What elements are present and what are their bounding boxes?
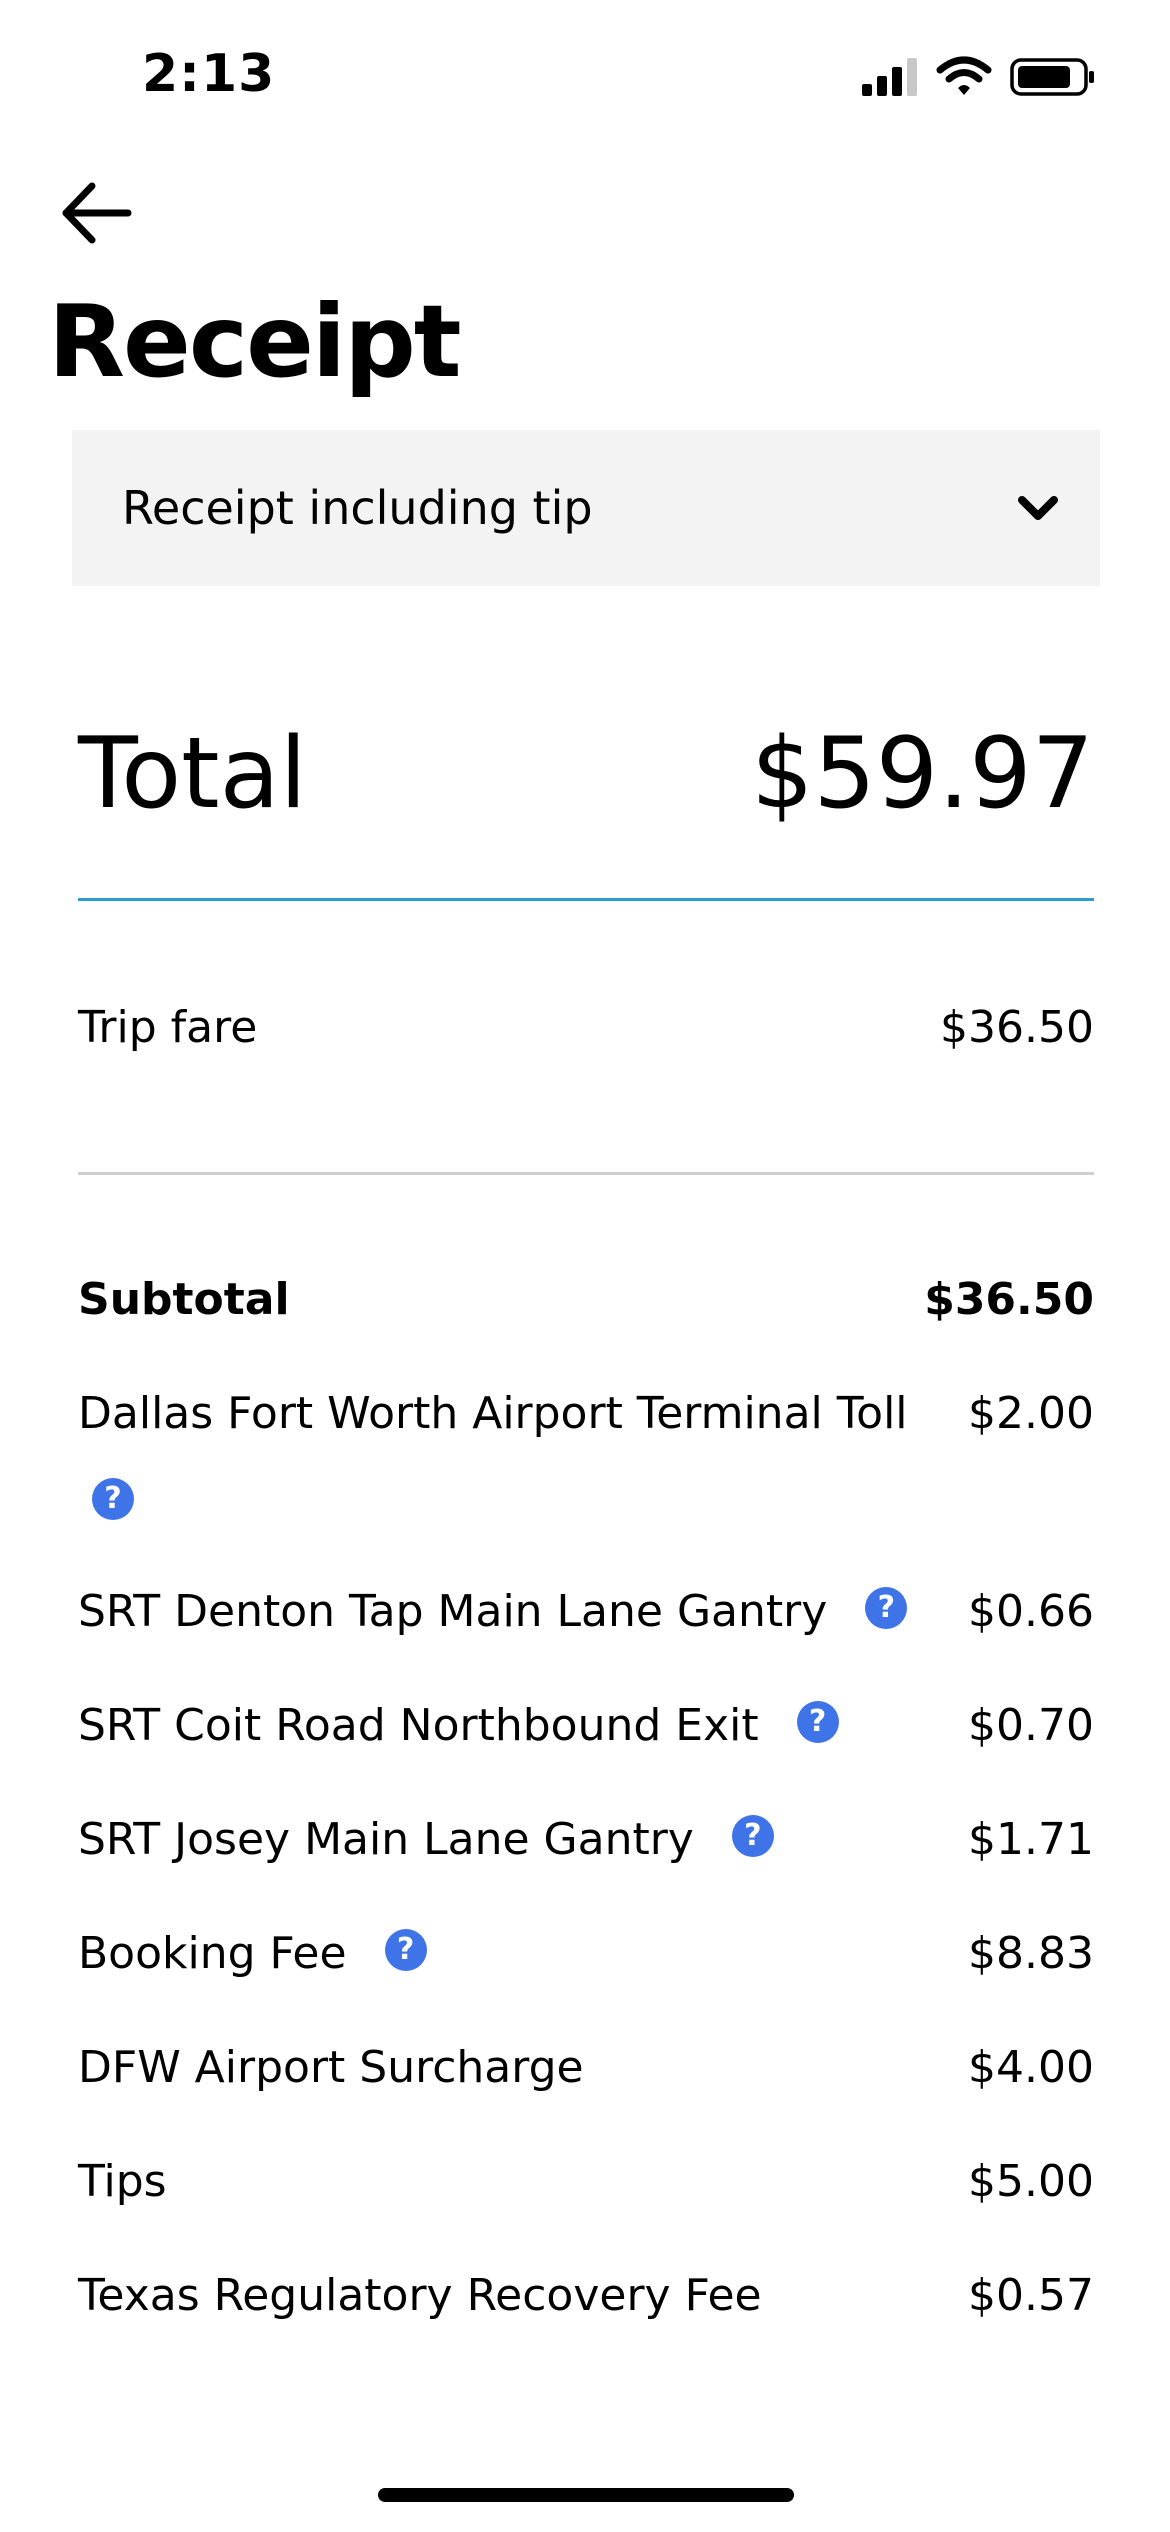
fee-value: $5.00 <box>968 2156 1094 2207</box>
help-icon[interactable]: ? <box>92 1478 134 1520</box>
status-bar: 2:13 <box>0 0 1170 150</box>
subtotal-value: $36.50 <box>924 1274 1094 1325</box>
fee-label-text: SRT Coit Road Northbound Exit <box>78 1700 759 1751</box>
fee-row: Booking Fee ? $8.83 <box>78 1926 1094 1982</box>
help-icon[interactable]: ? <box>731 1815 774 1857</box>
status-time: 2:13 <box>142 44 276 104</box>
fee-label: SRT Josey Main Lane Gantry ? <box>78 1812 774 1868</box>
signal-icon <box>862 58 917 96</box>
trip-fare-row: Trip fare $36.50 <box>78 1000 1094 1056</box>
receipt-type-selected: Receipt including tip <box>122 481 593 535</box>
home-indicator[interactable] <box>378 2488 794 2502</box>
subtotal-label: Subtotal <box>78 1274 290 1325</box>
help-icon[interactable]: ? <box>865 1587 908 1629</box>
receipt-type-select[interactable]: Receipt including tip <box>72 430 1100 586</box>
subtotal-row: Subtotal $36.50 <box>78 1272 1094 1328</box>
fee-label: SRT Coit Road Northbound Exit ? <box>78 1698 839 1754</box>
fee-value: $1.71 <box>968 1814 1094 1865</box>
fee-label: Texas Regulatory Recovery Fee <box>78 2270 762 2321</box>
back-button[interactable] <box>58 178 134 248</box>
fee-label: DFW Airport Surcharge <box>78 2042 584 2093</box>
fee-label-text: SRT Josey Main Lane Gantry <box>78 1814 694 1865</box>
trip-fare-label: Trip fare <box>78 1002 258 1053</box>
page-title: Receipt <box>48 283 462 400</box>
fee-row: Dallas Fort Worth Airport Terminal Toll … <box>78 1386 1094 1526</box>
total-label: Total <box>78 717 307 831</box>
fee-row: Texas Regulatory Recovery Fee $0.57 <box>78 2268 1094 2324</box>
fee-label: Tips <box>78 2156 167 2207</box>
arrow-left-icon <box>62 182 132 244</box>
help-icon[interactable]: ? <box>384 1929 427 1971</box>
fee-label-text: SRT Denton Tap Main Lane Gantry <box>78 1586 828 1637</box>
section-divider <box>78 1172 1094 1175</box>
trip-fare-value: $36.50 <box>940 1002 1094 1053</box>
fee-label: SRT Denton Tap Main Lane Gantry ? <box>78 1584 908 1640</box>
fee-label-text: Booking Fee <box>78 1928 347 1979</box>
battery-icon <box>1010 58 1094 96</box>
fee-value: $0.66 <box>968 1586 1094 1637</box>
fee-row: Tips $5.00 <box>78 2154 1094 2210</box>
help-icon[interactable]: ? <box>796 1701 839 1743</box>
total-value: $59.97 <box>751 717 1094 831</box>
fee-label: Booking Fee ? <box>78 1926 427 1982</box>
fee-row: DFW Airport Surcharge $4.00 <box>78 2040 1094 2096</box>
fee-row: SRT Josey Main Lane Gantry ? $1.71 <box>78 1812 1094 1868</box>
fee-value: $0.57 <box>968 2270 1094 2321</box>
fee-row: SRT Coit Road Northbound Exit ? $0.70 <box>78 1698 1094 1754</box>
chevron-down-icon <box>1018 496 1058 520</box>
fee-row: SRT Denton Tap Main Lane Gantry ? $0.66 <box>78 1584 1094 1640</box>
fee-value: $8.83 <box>968 1928 1094 1979</box>
total-divider <box>78 898 1094 901</box>
fee-value: $2.00 <box>968 1388 1094 1439</box>
fee-label: Dallas Fort Worth Airport Terminal Toll <box>78 1388 908 1439</box>
wifi-icon <box>936 56 992 95</box>
fee-value: $0.70 <box>968 1700 1094 1751</box>
fee-value: $4.00 <box>968 2042 1094 2093</box>
